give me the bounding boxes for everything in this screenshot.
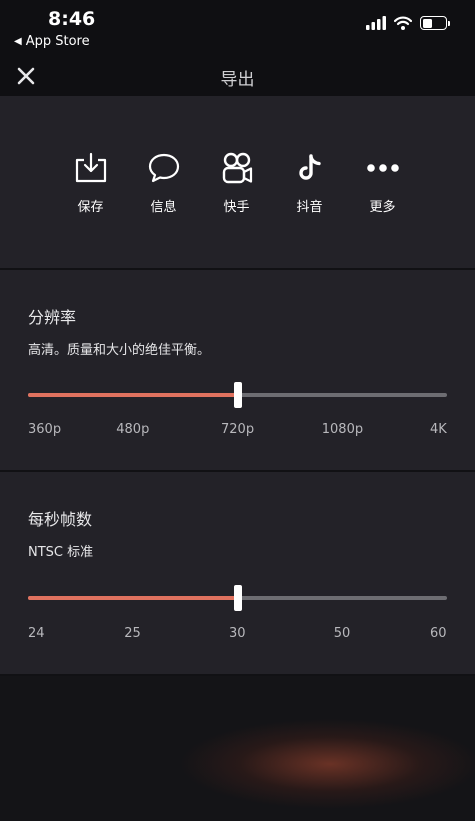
share-row: 保存 信息 快手 抖音 更多 bbox=[54, 150, 419, 215]
fps-tick-labels: 24 25 30 50 60 bbox=[28, 626, 447, 644]
share-douyin-button[interactable]: 抖音 bbox=[273, 150, 346, 215]
download-icon bbox=[73, 150, 109, 186]
tick-label[interactable]: 1080p bbox=[322, 422, 363, 437]
tick-label[interactable]: 30 bbox=[229, 626, 246, 641]
export-screen: 8:46 ◀ App Store 导出 保存 信息 快手 抖音 更多 分辨率 高… bbox=[0, 0, 475, 821]
slider-fill bbox=[28, 596, 238, 600]
share-more-button[interactable]: 更多 bbox=[346, 150, 419, 215]
back-to-app-store[interactable]: ◀ App Store bbox=[14, 34, 90, 49]
tick-label[interactable]: 25 bbox=[124, 626, 141, 641]
slider-handle[interactable] bbox=[233, 585, 242, 611]
share-item-label: 更多 bbox=[369, 200, 396, 215]
status-time: 8:46 bbox=[48, 8, 96, 30]
wifi-icon bbox=[394, 16, 412, 30]
kuaishou-icon bbox=[219, 150, 255, 186]
status-icons bbox=[366, 16, 450, 30]
share-item-label: 信息 bbox=[150, 200, 177, 215]
battery-icon bbox=[420, 16, 450, 30]
fps-description: NTSC 标准 bbox=[28, 545, 94, 560]
douyin-icon bbox=[292, 150, 328, 186]
tick-label[interactable]: 60 bbox=[430, 626, 447, 641]
share-item-label: 快手 bbox=[223, 200, 250, 215]
chat-bubble-icon bbox=[146, 150, 182, 186]
video-preview bbox=[0, 676, 475, 821]
tick-label[interactable]: 360p bbox=[28, 422, 61, 437]
page-title: 导出 bbox=[220, 70, 255, 90]
share-kuaishou-button[interactable]: 快手 bbox=[200, 150, 273, 215]
status-bar: 8:46 ◀ App Store bbox=[0, 0, 475, 56]
back-triangle-icon: ◀ bbox=[14, 36, 22, 47]
resolution-description: 高清。质量和大小的绝佳平衡。 bbox=[28, 343, 211, 358]
resolution-slider[interactable] bbox=[28, 382, 447, 408]
back-app-label: App Store bbox=[25, 34, 90, 49]
resolution-tick-labels: 360p 480p 720p 1080p 4K bbox=[28, 422, 447, 440]
tick-label[interactable]: 480p bbox=[116, 422, 149, 437]
share-save-button[interactable]: 保存 bbox=[54, 150, 127, 215]
fps-title: 每秒帧数 bbox=[28, 510, 93, 529]
share-item-label: 保存 bbox=[77, 200, 104, 215]
fps-slider[interactable] bbox=[28, 585, 447, 611]
tick-label[interactable]: 24 bbox=[28, 626, 45, 641]
resolution-section: 分辨率 高清。质量和大小的绝佳平衡。 360p 480p 720p 1080p … bbox=[0, 270, 475, 470]
signal-icon bbox=[366, 16, 386, 30]
slider-fill bbox=[28, 393, 238, 397]
slider-handle[interactable] bbox=[233, 382, 242, 408]
tick-label[interactable]: 720p bbox=[221, 422, 254, 437]
share-item-label: 抖音 bbox=[296, 200, 323, 215]
tick-label[interactable]: 4K bbox=[430, 422, 447, 437]
nav-header: 导出 bbox=[0, 56, 475, 96]
resolution-title: 分辨率 bbox=[28, 308, 77, 327]
fps-section: 每秒帧数 NTSC 标准 24 25 30 50 60 bbox=[0, 472, 475, 674]
tick-label[interactable]: 50 bbox=[334, 626, 351, 641]
more-dots-icon bbox=[365, 150, 401, 186]
share-messages-button[interactable]: 信息 bbox=[127, 150, 200, 215]
share-panel: 保存 信息 快手 抖音 更多 bbox=[0, 96, 475, 268]
